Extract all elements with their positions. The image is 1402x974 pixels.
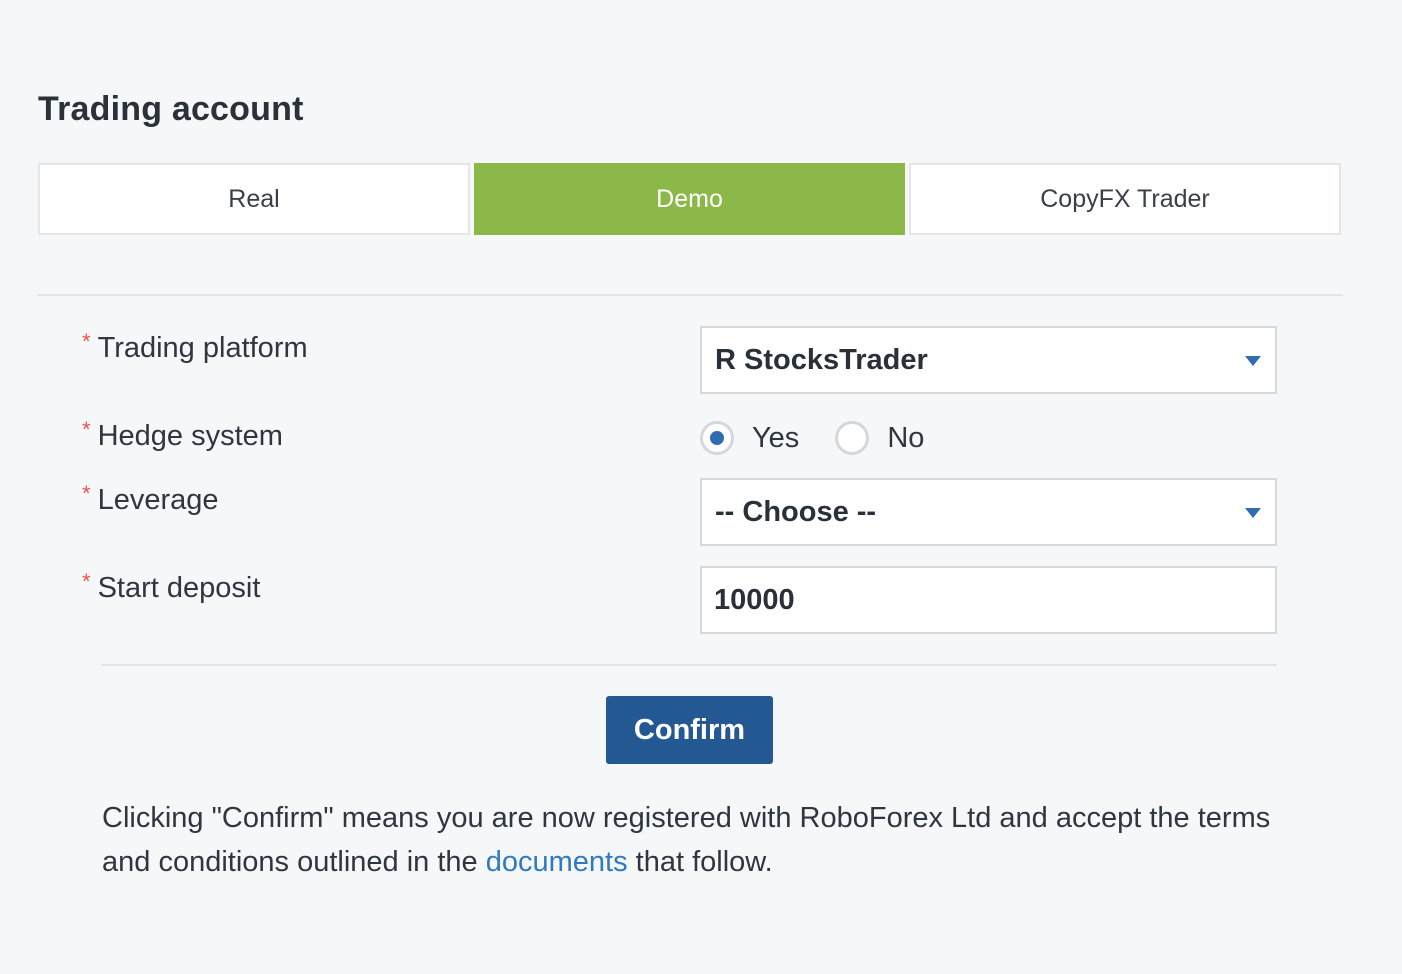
radio-unchecked-icon[interactable] [835,421,870,455]
leverage-label: * Leverage [82,481,219,516]
required-marker: * [82,481,91,506]
tab-real[interactable]: Real [38,163,470,235]
page-title: Trading account [38,90,304,128]
trading-platform-value: R StocksTrader [715,343,928,376]
trading-platform-label: * Trading platform [82,329,308,364]
start-deposit-input[interactable] [700,566,1277,634]
tab-demo[interactable]: Demo [474,163,905,235]
required-marker: * [82,569,91,594]
hedge-no-radio[interactable]: No [835,421,924,455]
disclaimer-text: Clicking "Confirm" means you are now reg… [102,802,1271,878]
hedge-system-label: * Hedge system [82,417,283,452]
start-deposit-label: * Start deposit [82,569,261,604]
trading-platform-select[interactable]: R StocksTrader [700,326,1277,394]
leverage-select[interactable]: -- Choose -- [700,478,1277,546]
radio-checked-icon[interactable] [700,421,734,455]
hedge-yes-label[interactable]: Yes [752,422,799,455]
hedge-system-radio-group: Yes No [700,418,960,458]
required-marker: * [82,417,91,442]
hedge-no-label[interactable]: No [887,422,924,455]
hedge-yes-radio[interactable]: Yes [700,421,799,455]
leverage-value: -- Choose -- [715,495,877,528]
section-divider [38,294,1343,296]
required-marker: * [82,329,91,354]
account-type-tabs: Real Demo CopyFX Trader [38,163,1342,235]
confirm-button[interactable]: Confirm [606,696,773,764]
form-divider [102,664,1277,666]
chevron-down-icon [1245,508,1261,518]
tab-copyfx-trader[interactable]: CopyFX Trader [909,163,1341,235]
documents-link[interactable]: documents [486,846,628,878]
chevron-down-icon [1245,356,1261,366]
